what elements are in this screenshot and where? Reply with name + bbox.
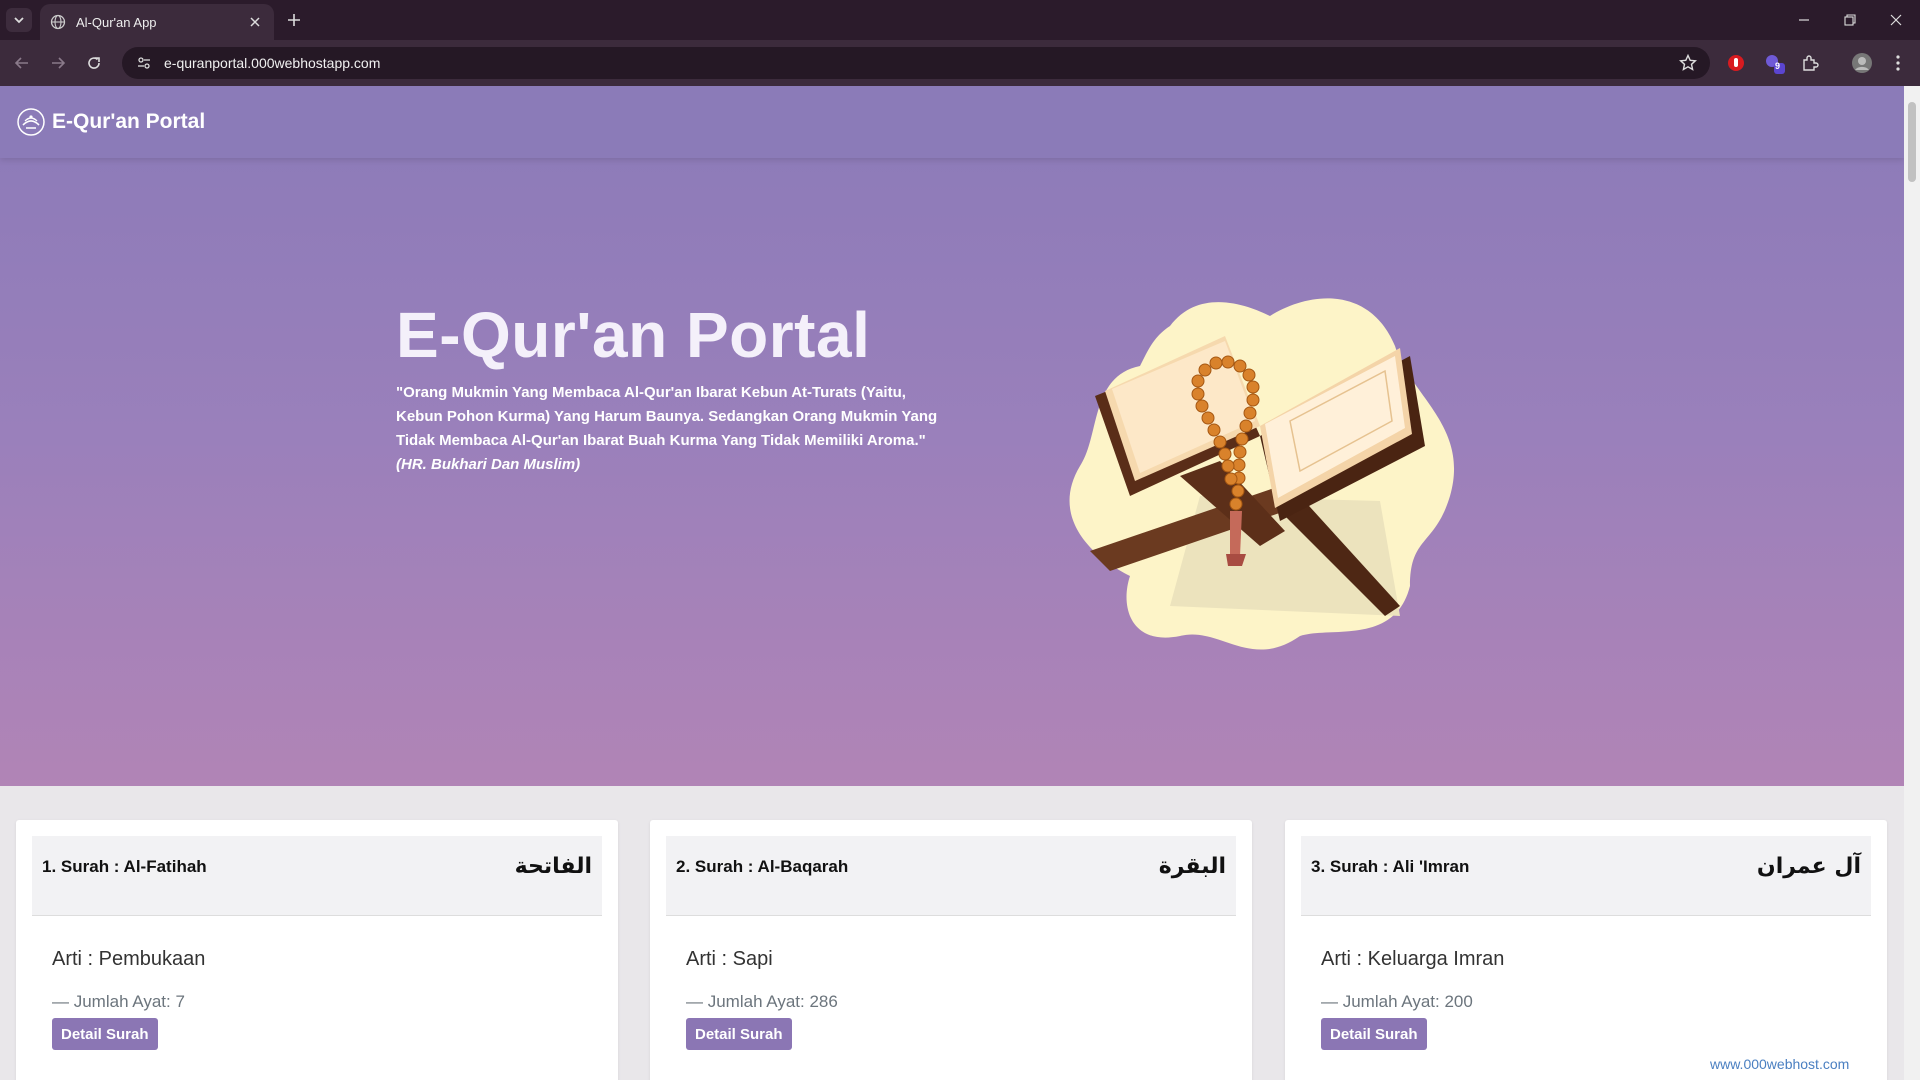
quran-logo-icon[interactable] — [16, 107, 46, 137]
surah-verse-count: — Jumlah Ayat: 200 — [1321, 992, 1473, 1011]
extension-hand-icon[interactable] — [1724, 51, 1748, 75]
forward-button[interactable] — [44, 49, 72, 77]
plus-icon — [288, 14, 300, 26]
site-navbar: E-Qur'an Portal — [0, 86, 1904, 158]
browser-tab-bar: Al-Qur'an App — [0, 0, 1920, 40]
extensions-puzzle-icon[interactable] — [1798, 51, 1822, 75]
surah-meaning: Arti : Pembukaan — [52, 948, 206, 970]
scrollbar-thumb[interactable] — [1908, 102, 1916, 182]
extension-badge-count: 9 — [1775, 61, 1781, 71]
surah-verse-count: — Jumlah Ayat: 7 — [52, 992, 185, 1011]
restore-icon — [1844, 14, 1856, 26]
back-button[interactable] — [8, 49, 36, 77]
chevron-down-icon — [14, 17, 24, 24]
surah-name: 2. Surah : Al-Baqarah — [676, 857, 849, 876]
surah-verse-count: — Jumlah Ayat: 286 — [686, 992, 838, 1011]
close-icon — [1890, 14, 1902, 26]
reload-icon — [88, 57, 100, 69]
browser-tab-active[interactable]: Al-Qur'an App — [40, 4, 274, 40]
surah-card-header: 2. Surah : Al-Baqarah البقرة — [666, 836, 1236, 916]
minimize-button[interactable] — [1784, 6, 1824, 34]
page-scrollbar[interactable] — [1904, 86, 1920, 1080]
minimize-icon — [1799, 19, 1809, 21]
detail-surah-button[interactable]: Detail Surah — [1321, 1018, 1427, 1050]
address-bar[interactable]: e-quranportal.000webhostapp.com — [122, 47, 1710, 79]
hero-quote: "Orang Mukmin Yang Membaca Al-Qur'an Iba… — [396, 381, 956, 477]
reload-button[interactable] — [80, 49, 108, 77]
bookmark-star-icon[interactable] — [1674, 49, 1702, 77]
restore-button[interactable] — [1830, 6, 1870, 34]
profile-avatar-icon[interactable] — [1850, 51, 1874, 75]
hero-title: E-Qur'an Portal — [396, 299, 871, 371]
surah-name: 1. Surah : Al-Fatihah — [42, 857, 207, 876]
extension-badge-icon[interactable]: 9 — [1762, 51, 1786, 75]
url-text[interactable]: e-quranportal.000webhostapp.com — [164, 55, 1674, 71]
globe-icon — [50, 14, 66, 30]
brand-name[interactable]: E-Qur'an Portal — [52, 110, 205, 134]
detail-surah-button[interactable]: Detail Surah — [686, 1018, 792, 1050]
hadith-text: "Orang Mukmin Yang Membaca Al-Qur'an Iba… — [396, 384, 938, 449]
arrow-left-icon — [14, 57, 28, 69]
surah-arabic-name: البقرة — [1158, 854, 1226, 879]
new-tab-button[interactable] — [282, 8, 306, 32]
surah-meaning: Arti : Sapi — [686, 948, 773, 970]
surah-arabic-name: الفاتحة — [514, 854, 592, 879]
close-tab-icon[interactable] — [246, 13, 264, 31]
close-window-button[interactable] — [1876, 6, 1916, 34]
tab-search-button[interactable] — [6, 8, 32, 32]
surah-card-header: 1. Surah : Al-Fatihah الفاتحة — [32, 836, 602, 916]
detail-surah-button[interactable]: Detail Surah — [52, 1018, 158, 1050]
surah-arabic-name: آل عمران — [1756, 854, 1861, 879]
hero-section: E-Qur'an Portal E-Qur'an Portal "Orang M… — [0, 86, 1904, 786]
site-info-icon[interactable] — [132, 51, 156, 75]
surah-card: 3. Surah : Ali 'Imran آل عمران Arti : Ke… — [1285, 820, 1887, 1080]
webhost-badge-link[interactable]: www.000webhost.com — [1710, 1056, 1849, 1072]
surah-card-header: 3. Surah : Ali 'Imran آل عمران — [1301, 836, 1871, 916]
hadith-citation: (HR. Bukhari Dan Muslim) — [396, 456, 581, 473]
surah-name: 3. Surah : Ali 'Imran — [1311, 857, 1470, 876]
surah-meaning: Arti : Keluarga Imran — [1321, 948, 1505, 970]
quran-book-illustration — [1069, 298, 1455, 650]
browser-menu-icon[interactable] — [1886, 51, 1910, 75]
page-viewport: E-Qur'an Portal E-Qur'an Portal "Orang M… — [0, 86, 1904, 1080]
browser-toolbar: e-quranportal.000webhostapp.com 9 — [0, 40, 1920, 86]
arrow-right-icon — [52, 57, 66, 69]
surah-card: 1. Surah : Al-Fatihah الفاتحة Arti : Pem… — [16, 820, 618, 1080]
surah-card: 2. Surah : Al-Baqarah البقرة Arti : Sapi… — [650, 820, 1252, 1080]
tab-title: Al-Qur'an App — [76, 14, 157, 30]
